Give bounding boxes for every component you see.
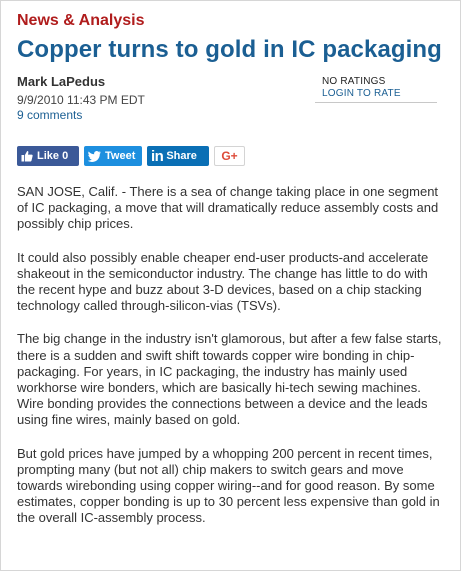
publish-date: 9/9/2010 11:43 PM EDT [17,93,145,107]
twitter-tweet-button[interactable]: Tweet [84,146,142,166]
article-title: Copper turns to gold in IC packaging [17,36,442,63]
linkedin-icon: in [151,147,164,165]
twitter-tweet-label: Tweet [105,150,136,162]
article-body: SAN JOSE, Calif. - There is a sea of cha… [17,184,447,527]
comments-link[interactable]: 9 comments [17,108,145,123]
section-kicker[interactable]: News & Analysis [17,11,447,31]
body-paragraph: SAN JOSE, Calif. - There is a sea of cha… [17,184,439,232]
body-paragraph: The big change in the industry isn't gla… [17,331,442,428]
article: News & Analysis Copper turns to gold in … [17,11,447,544]
facebook-like-button[interactable]: Like 0 [17,146,79,166]
article-meta: Mark LaPedus 9/9/2010 11:43 PM EDT 9 com… [17,72,447,124]
google-plus-icon: G+ [221,149,238,163]
login-to-rate-link[interactable]: LOGIN TO RATE [322,88,437,100]
author-name[interactable]: Mark LaPedus [17,74,145,90]
linkedin-share-label: Share [166,150,197,162]
google-plus-button[interactable]: G+ [214,146,245,166]
facebook-like-label: Like 0 [37,150,69,162]
linkedin-share-button[interactable]: in Share [147,146,209,166]
rating-status: NO RATINGS [322,76,386,87]
body-paragraph: It could also possibly enable cheaper en… [17,249,429,314]
thumbs-up-icon [21,150,33,162]
byline: Mark LaPedus 9/9/2010 11:43 PM EDT 9 com… [17,72,145,123]
body-paragraph: But gold prices have jumped by a whoppin… [17,445,440,526]
article-page: News & Analysis Copper turns to gold in … [0,0,461,571]
rating-box: NO RATINGS LOGIN TO RATE [315,72,437,103]
twitter-bird-icon [88,150,101,162]
share-bar: Like 0 Tweet in Share G+ [17,146,447,166]
